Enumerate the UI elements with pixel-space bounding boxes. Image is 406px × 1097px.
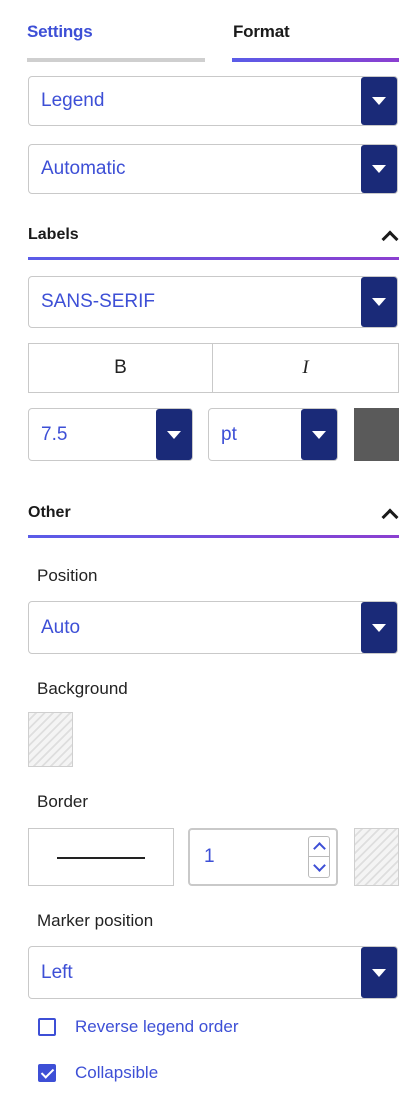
font-size-value: 7.5 <box>41 423 68 445</box>
stepper-buttons <box>308 836 330 878</box>
font-color-swatch[interactable] <box>354 408 399 461</box>
tab-format-underline <box>232 58 399 62</box>
font-unit-value: pt <box>221 423 237 445</box>
chevron-down-icon[interactable] <box>301 409 337 460</box>
font-family-value: SANS-SERIF <box>41 291 156 312</box>
chevron-down-icon[interactable] <box>156 409 192 460</box>
marker-position-value: Left <box>41 961 73 983</box>
chevron-up-icon[interactable] <box>309 837 329 857</box>
reverse-legend-order-option[interactable]: Reverse legend order <box>38 1017 238 1037</box>
chart-component-select[interactable]: Legend <box>28 76 398 126</box>
border-width-value: 1 <box>204 846 215 867</box>
collapsible-label[interactable]: Collapsible <box>75 1063 158 1083</box>
font-family-select[interactable]: SANS-SERIF <box>28 276 398 328</box>
legend-mode-select[interactable]: Automatic <box>28 144 398 194</box>
position-select[interactable]: Auto <box>28 601 398 654</box>
font-size-select[interactable]: 7.5 <box>28 408 193 461</box>
border-width-stepper[interactable]: 1 <box>188 828 338 886</box>
collapsible-option[interactable]: Collapsible <box>38 1063 158 1083</box>
reverse-legend-order-label[interactable]: Reverse legend order <box>75 1017 238 1037</box>
background-color-swatch[interactable] <box>28 712 73 767</box>
border-color-swatch[interactable] <box>354 828 399 886</box>
chevron-down-icon[interactable] <box>309 857 329 877</box>
border-label: Border <box>37 792 89 811</box>
background-label: Background <box>37 679 128 698</box>
bold-button[interactable]: B <box>28 343 213 393</box>
labels-section-divider <box>28 257 399 260</box>
chevron-down-icon[interactable] <box>361 947 397 998</box>
marker-position-select[interactable]: Left <box>28 946 398 999</box>
position-label: Position <box>37 566 98 585</box>
collapsible-checkbox[interactable] <box>38 1064 56 1082</box>
other-section-title: Other <box>28 504 71 521</box>
italic-button[interactable]: I <box>212 343 399 393</box>
chevron-down-icon[interactable] <box>361 77 397 125</box>
font-unit-select[interactable]: pt <box>208 408 338 461</box>
chevron-up-icon[interactable] <box>381 230 399 248</box>
chevron-up-icon[interactable] <box>381 508 399 526</box>
tab-settings-underline <box>27 58 205 62</box>
tab-format[interactable]: Format <box>233 22 290 42</box>
chevron-down-icon[interactable] <box>361 277 397 327</box>
tab-settings[interactable]: Settings <box>27 22 93 42</box>
chevron-down-icon[interactable] <box>361 602 397 653</box>
chart-component-value: Legend <box>41 90 105 111</box>
border-style-select[interactable] <box>28 828 174 886</box>
border-line-preview <box>57 857 145 859</box>
marker-position-label: Marker position <box>37 911 154 930</box>
chevron-down-icon[interactable] <box>361 145 397 193</box>
position-value: Auto <box>41 616 81 638</box>
labels-section-title: Labels <box>28 226 79 243</box>
legend-mode-value: Automatic <box>41 158 126 179</box>
reverse-legend-order-checkbox[interactable] <box>38 1018 56 1036</box>
other-section-divider <box>28 535 399 538</box>
